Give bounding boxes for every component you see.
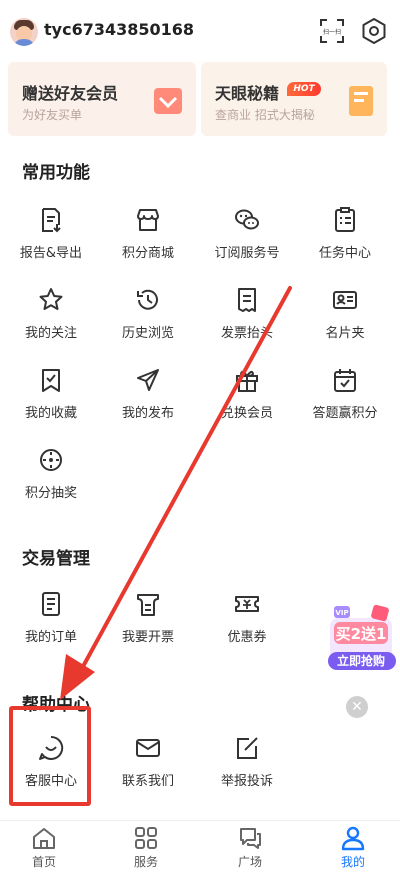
invoice-title-tile[interactable]: 发票抬头 (207, 286, 287, 358)
quiz-icon (334, 369, 356, 392)
vip-promo-graphic: VIP 买2送1 立即抢购 (328, 604, 396, 670)
tile-label: 积分抽奖 (24, 486, 77, 501)
bottom-tab-bar: 首页 服务 广场 我的 (0, 820, 400, 876)
promo-title: 天眼秘籍 (215, 84, 280, 103)
tab-home[interactable]: 首页 (9, 825, 79, 870)
svg-text:买2送1: 买2送1 (336, 625, 387, 643)
tile-label: 联系我们 (121, 774, 174, 789)
promo-subtitle: 为好友买单 (22, 108, 83, 122)
contact-us-tile[interactable]: 联系我们 (108, 734, 188, 806)
order-icon (42, 592, 60, 616)
tile-label: 答题赢积分 (312, 406, 378, 421)
tab-plaza[interactable]: 广场 (215, 825, 285, 870)
tile-label: 我的收藏 (24, 406, 77, 421)
scan-icon[interactable]: 扫一扫 (318, 17, 346, 45)
bookmark-icon (42, 369, 60, 392)
star-icon (39, 288, 63, 310)
redeem-membership-tile[interactable]: 兑换会员 (207, 366, 287, 438)
home-icon (33, 828, 55, 849)
history-icon (137, 289, 158, 310)
tab-label: 服务 (133, 855, 158, 869)
tab-label: 我的 (340, 855, 365, 869)
gift-box-icon (154, 88, 182, 114)
username[interactable]: tyc67343850168 (44, 20, 194, 39)
tile-label: 我的订单 (24, 630, 77, 645)
tile-label: 举报投诉 (220, 774, 273, 789)
coupons-tile[interactable]: 优惠券 (207, 590, 287, 662)
tab-services[interactable]: 服务 (111, 825, 181, 870)
tile-label: 发票抬头 (220, 326, 273, 341)
tile-label: 订阅服务号 (214, 246, 280, 261)
tab-label: 广场 (237, 855, 262, 869)
send-icon (137, 369, 159, 391)
svg-text:立即抢购: 立即抢购 (337, 653, 385, 668)
settings-icon[interactable] (360, 17, 388, 45)
user-icon (341, 826, 365, 851)
tile-label: 名片夹 (325, 326, 365, 341)
wechat-icon (235, 209, 259, 230)
svg-text:扫一扫: 扫一扫 (323, 28, 341, 36)
trade-management-title: 交易管理 (22, 549, 90, 569)
subscribe-account-tile[interactable]: 订阅服务号 (207, 206, 287, 278)
lottery-icon (40, 449, 62, 471)
grid-icon (135, 827, 157, 849)
my-orders-tile[interactable]: 我的订单 (11, 590, 91, 662)
gift-icon (236, 370, 258, 392)
invoice-issue-icon (137, 594, 159, 616)
tile-label: 任务中心 (318, 246, 371, 261)
coupon-icon (235, 596, 259, 612)
card-holder-icon (333, 291, 357, 309)
gift-membership-card[interactable]: 赠送好友会员 为好友买单 (8, 62, 196, 136)
tile-label: 我的发布 (121, 406, 174, 421)
report-export-tile[interactable]: 报告&导出 (11, 206, 91, 278)
avatar[interactable] (10, 18, 38, 46)
chat-icon (240, 828, 261, 849)
common-functions-title: 常用功能 (22, 163, 90, 183)
highlight-box (9, 706, 91, 806)
tile-label: 我要开票 (121, 630, 174, 645)
mail-icon (136, 739, 160, 757)
hot-badge: HOT (287, 82, 321, 96)
my-favorites-tile[interactable]: 我的收藏 (11, 366, 91, 438)
promo-subtitle: 查商业 招式大揭秘 (215, 108, 315, 122)
svg-text:VIP: VIP (335, 609, 348, 617)
report-export-icon (42, 208, 61, 233)
issue-invoice-tile[interactable]: 我要开票 (108, 590, 188, 662)
tile-label: 报告&导出 (19, 246, 83, 261)
tab-label: 首页 (31, 855, 56, 869)
tile-label: 积分商城 (121, 246, 174, 261)
report-complaint-tile[interactable]: 举报投诉 (207, 734, 287, 806)
store-icon (137, 209, 159, 231)
history-tile[interactable]: 历史浏览 (108, 286, 188, 358)
secret-guide-card[interactable]: 天眼秘籍 HOT 查商业 招式大揭秘 (201, 62, 387, 136)
close-ad-button[interactable]: ✕ (346, 696, 368, 718)
report-edit-icon (237, 737, 258, 759)
points-lottery-tile[interactable]: 积分抽奖 (11, 446, 91, 518)
quiz-points-tile[interactable]: 答题赢积分 (305, 366, 385, 438)
tile-label: 历史浏览 (121, 326, 174, 341)
invoice-icon (238, 288, 256, 312)
tab-mine[interactable]: 我的 (318, 825, 388, 870)
book-icon (349, 86, 373, 116)
card-holder-tile[interactable]: 名片夹 (305, 286, 385, 358)
task-list-icon (335, 207, 355, 232)
promo-float-ad[interactable]: VIP 买2送1 立即抢购 (326, 604, 398, 684)
my-posts-tile[interactable]: 我的发布 (108, 366, 188, 438)
task-center-tile[interactable]: 任务中心 (305, 206, 385, 278)
tile-label: 我的关注 (24, 326, 77, 341)
tile-label: 兑换会员 (220, 406, 273, 421)
my-follows-tile[interactable]: 我的关注 (11, 286, 91, 358)
promo-title: 赠送好友会员 (22, 84, 119, 103)
points-store-tile[interactable]: 积分商城 (108, 206, 188, 278)
tile-label: 优惠券 (227, 630, 267, 645)
header: tyc67343850168 扫一扫 (0, 0, 400, 62)
